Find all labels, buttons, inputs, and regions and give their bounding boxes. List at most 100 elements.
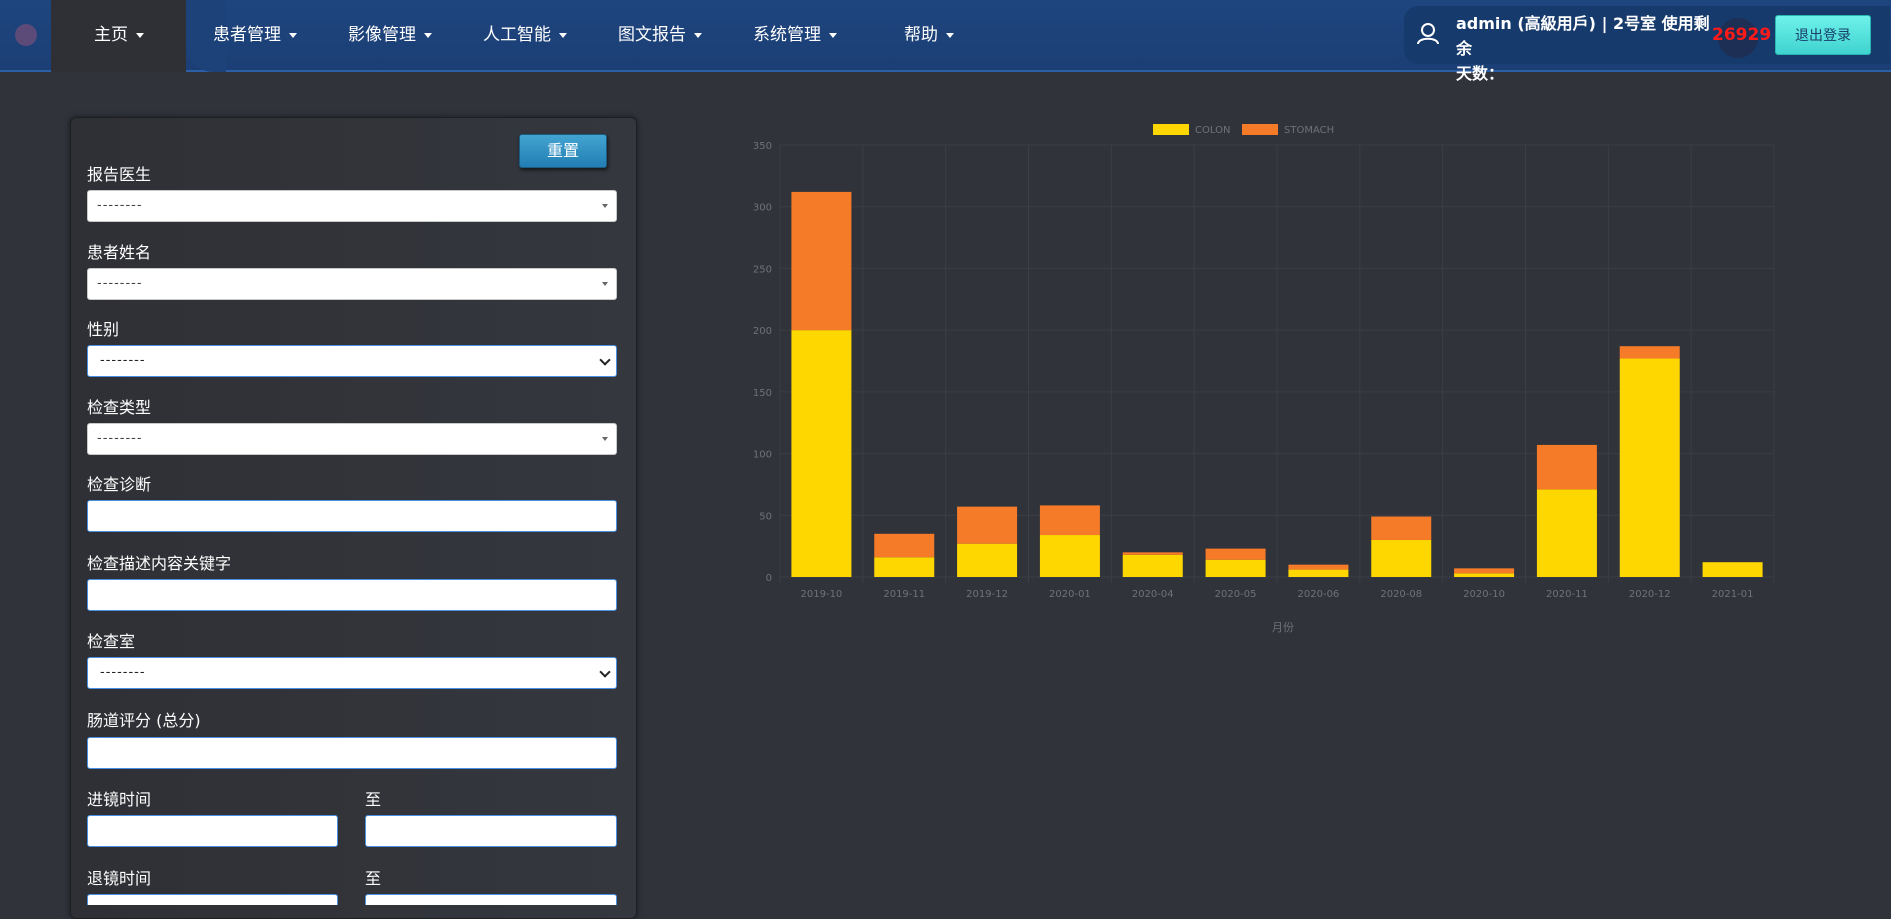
caret-down-icon [946, 32, 954, 38]
room-label: 检查室 [87, 632, 136, 651]
y-tick-label: 0 [766, 573, 772, 584]
x-tick-label: 2020-04 [1132, 589, 1174, 600]
bar-colon-2020-04[interactable] [1122, 554, 1183, 577]
legend-swatch-colon [1153, 124, 1189, 135]
bar-colon-2019-11[interactable] [874, 557, 935, 577]
insert-time-label: 进镜时间 [87, 790, 152, 809]
days-remaining-count: 26929 [1712, 25, 1772, 45]
chevron-down-icon [599, 354, 611, 366]
bar-stomach-2020-01[interactable] [1039, 505, 1100, 536]
logout-button[interactable]: 退出登录 [1775, 15, 1871, 55]
diagnosis-label: 检查诊断 [87, 475, 152, 494]
patient-name-label: 患者姓名 [87, 243, 152, 262]
bar-colon-2021-01[interactable] [1702, 562, 1763, 577]
bar-stomach-2020-04[interactable] [1122, 552, 1183, 555]
bar-colon-2020-08[interactable] [1371, 539, 1432, 577]
gender-select[interactable]: -------- [87, 345, 617, 377]
y-tick-label: 250 [753, 264, 772, 275]
diagnosis-input[interactable] [87, 500, 617, 532]
bar-stomach-2020-05[interactable] [1205, 548, 1266, 560]
x-tick-label: 2020-06 [1298, 589, 1340, 600]
y-tick-label: 100 [753, 450, 772, 461]
bar-stomach-2020-12[interactable] [1619, 346, 1680, 359]
bar-stomach-2020-11[interactable] [1536, 444, 1597, 490]
bowel-score-input[interactable] [87, 737, 617, 769]
y-tick-label: 350 [753, 141, 772, 152]
chevron-down-icon [599, 666, 611, 678]
keyword-input[interactable] [87, 579, 617, 611]
bar-colon-2019-12[interactable] [957, 543, 1018, 577]
bar-stomach-2019-12[interactable] [957, 506, 1018, 544]
x-tick-label: 2020-01 [1049, 589, 1091, 600]
bar-colon-2020-06[interactable] [1288, 569, 1349, 577]
y-tick-label: 50 [759, 511, 772, 522]
exam-type-select-value: -------- [97, 431, 143, 446]
dropdown-arrow-icon [602, 282, 608, 286]
nav-item-label: 图文报告 [618, 25, 686, 45]
bar-stomach-2019-11[interactable] [874, 533, 935, 558]
withdraw-time-to-input[interactable] [365, 894, 617, 905]
insert-time-to-input[interactable] [365, 815, 617, 847]
gender-select-value: -------- [100, 353, 146, 368]
patient-name-select-value: -------- [97, 276, 143, 291]
room-select[interactable]: -------- [87, 657, 617, 689]
nav-item-reports[interactable]: 图文报告 [618, 0, 702, 70]
bar-colon-2019-10[interactable] [791, 330, 852, 577]
bar-stomach-2020-06[interactable] [1288, 564, 1349, 570]
withdraw-time-to-label: 至 [365, 869, 382, 888]
nav-item-images[interactable]: 影像管理 [348, 0, 432, 70]
nav-item-label: 主页 [94, 25, 128, 45]
chart-x-axis-label: 月份 [1272, 621, 1294, 634]
caret-down-icon [136, 32, 144, 38]
x-tick-label: 2020-08 [1380, 589, 1422, 600]
nav-item-label: 人工智能 [483, 25, 551, 45]
legend-label-stomach: STOMACH [1284, 125, 1334, 136]
y-tick-label: 300 [753, 203, 772, 214]
exam-type-label: 检查类型 [87, 398, 152, 417]
bar-colon-2020-05[interactable] [1205, 559, 1266, 577]
dropdown-arrow-icon [602, 437, 608, 441]
doctor-select[interactable]: -------- [87, 190, 617, 222]
user-info-line2: 天数： [1456, 64, 1505, 83]
user-icon [1411, 17, 1445, 51]
user-info-line1: admin (高級用戶) | 2号室 使用剩余 [1456, 14, 1710, 58]
nav-item-help[interactable]: 帮助 [904, 0, 954, 70]
room-select-value: -------- [100, 665, 146, 680]
bar-colon-2020-12[interactable] [1619, 358, 1680, 577]
x-tick-label: 2020-10 [1463, 589, 1505, 600]
nav-item-system[interactable]: 系统管理 [753, 0, 837, 70]
bar-stomach-2020-10[interactable] [1454, 568, 1515, 574]
keyword-label: 检查描述内容关键字 [87, 554, 232, 573]
patient-name-select[interactable]: -------- [87, 268, 617, 300]
nav-item-patients[interactable]: 患者管理 [213, 0, 297, 70]
legend-swatch-stomach [1242, 124, 1278, 135]
bar-colon-2020-11[interactable] [1536, 489, 1597, 577]
bar-stomach-2019-10[interactable] [791, 191, 852, 331]
bar-colon-2020-10[interactable] [1454, 573, 1515, 577]
insert-time-from-input[interactable] [87, 815, 338, 847]
nav-item-label: 影像管理 [348, 25, 416, 45]
user-info: admin (高級用戶) | 2号室 使用剩余 天数： [1456, 11, 1716, 86]
legend-label-colon: COLON [1195, 125, 1230, 136]
chart-y-ticks: 0 50 100 150 200 250 300 350 [753, 141, 772, 584]
insert-time-to-label: 至 [365, 790, 382, 809]
withdraw-time-from-input[interactable] [87, 894, 338, 905]
gender-label: 性别 [87, 320, 120, 339]
nav-item-ai[interactable]: 人工智能 [483, 0, 567, 70]
bar-stomach-2020-08[interactable] [1371, 516, 1432, 540]
reset-button[interactable]: 重置 [519, 134, 607, 168]
logo-icon [15, 24, 37, 46]
nav-item-label: 患者管理 [213, 25, 281, 45]
caret-down-icon [559, 32, 567, 38]
caret-down-icon [289, 32, 297, 38]
bar-colon-2020-01[interactable] [1039, 535, 1100, 577]
caret-down-icon [424, 32, 432, 38]
monthly-cases-chart: 050100150200250300350 2019-10 2019-11 2019… [753, 124, 1775, 634]
x-tick-label: 2019-12 [966, 589, 1008, 600]
caret-down-icon [829, 32, 837, 38]
withdraw-time-label: 退镜时间 [87, 869, 152, 888]
bowel-score-label: 肠道评分 (总分) [87, 711, 201, 730]
nav-item-home[interactable]: 主页 [94, 0, 144, 70]
exam-type-select[interactable]: -------- [87, 423, 617, 455]
chart-x-ticks: 2019-10 2019-11 2019-12 2020-01 2020-04 2020-… [801, 589, 1754, 600]
